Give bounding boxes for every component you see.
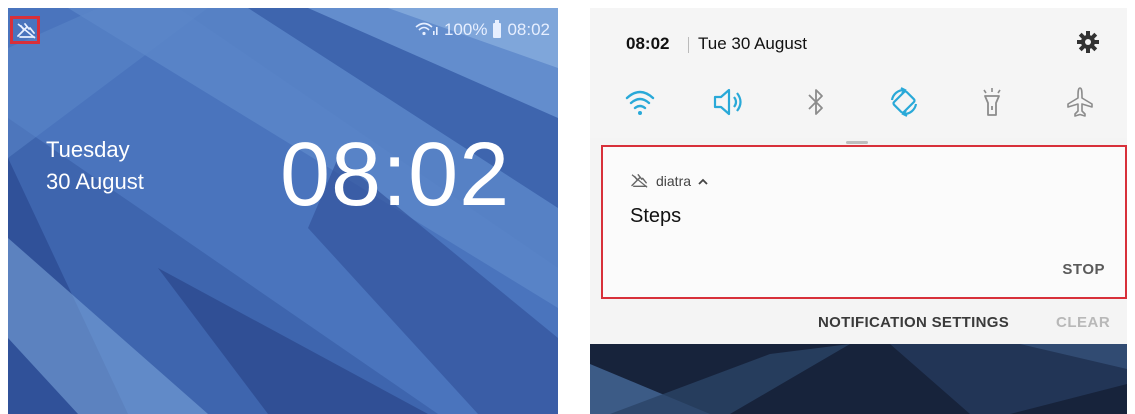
- diatra-notification-highlight[interactable]: [10, 16, 40, 44]
- shade-footer: NOTIFICATION SETTINGS CLEAR: [590, 304, 1127, 340]
- status-time: 08:02: [507, 20, 550, 39]
- lock-status-bar: 100% 08:02: [8, 8, 558, 48]
- shade-date: Tue 30 August: [698, 34, 808, 53]
- flashlight-icon[interactable]: [970, 80, 1014, 124]
- divider: [688, 37, 689, 53]
- sound-icon[interactable]: [706, 80, 750, 124]
- notification-shade: 08:02 Tue 30 August diatra Steps STOP NO…: [590, 8, 1127, 414]
- lock-clock: 08:02: [280, 125, 511, 225]
- lock-date: Tuesday 30 August: [46, 134, 144, 198]
- wifi-icon[interactable]: [618, 80, 662, 124]
- airplane-mode-icon[interactable]: [1058, 80, 1102, 124]
- notification-app-name: diatra: [656, 173, 692, 189]
- stop-button[interactable]: STOP: [1062, 261, 1105, 278]
- wifi-icon: [414, 22, 438, 39]
- diatra-notification-card[interactable]: diatra Steps STOP: [601, 145, 1127, 299]
- chevron-up-icon[interactable]: [697, 177, 709, 185]
- shade-drag-handle[interactable]: [846, 141, 868, 144]
- shade-time: 08:02: [626, 34, 670, 53]
- battery-percent: 100%: [443, 20, 488, 39]
- lock-weekday: Tuesday: [46, 137, 130, 162]
- clear-button[interactable]: CLEAR: [1056, 314, 1110, 331]
- auto-rotate-icon[interactable]: [882, 80, 926, 124]
- status-icons: 100% 08:02: [414, 19, 550, 40]
- settings-gear-icon[interactable]: [1076, 30, 1100, 54]
- wallpaper-peek: [590, 344, 1127, 414]
- battery-icon: [493, 19, 502, 38]
- notification-header: diatra: [630, 173, 709, 189]
- quick-settings-panel: 08:02 Tue 30 August: [590, 8, 1127, 138]
- notification-title: Steps: [630, 205, 682, 227]
- lock-screen: 100% 08:02 Tuesday 30 August 08:02: [8, 8, 558, 414]
- diatra-app-icon: [17, 23, 36, 39]
- quick-settings-row: [618, 80, 1118, 124]
- lock-day-month: 30 August: [46, 169, 144, 194]
- notification-settings-button[interactable]: NOTIFICATION SETTINGS: [818, 314, 1009, 331]
- bluetooth-icon[interactable]: [794, 80, 838, 124]
- diatra-app-icon: [631, 174, 648, 188]
